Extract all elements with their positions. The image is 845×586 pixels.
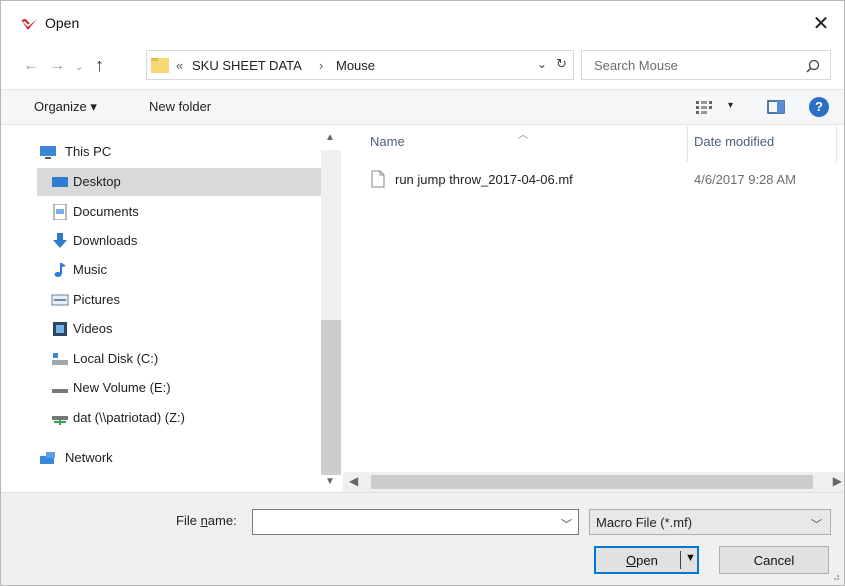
scroll-down-icon[interactable]: ▼ xyxy=(325,476,335,487)
file-list-horizontal-scrollbar[interactable]: ◀ ▶ xyxy=(343,472,844,492)
open-file-dialog: Open ✕ ← → ⌄ ↑ « SKU SHEET DATA › Mouse … xyxy=(0,0,845,586)
breadcrumb-overflow[interactable]: « xyxy=(176,58,183,73)
file-type-value: Macro File (*.mf) xyxy=(596,515,693,530)
network-drive-icon xyxy=(52,416,68,425)
new-folder-button[interactable]: New folder xyxy=(149,99,211,114)
sort-ascending-icon: ︿ xyxy=(518,130,528,141)
title-bar: Open ✕ xyxy=(1,1,844,45)
cancel-button[interactable]: Cancel xyxy=(719,546,829,574)
search-icon xyxy=(806,59,820,73)
documents-icon xyxy=(53,204,67,220)
view-options-icon[interactable] xyxy=(694,99,722,115)
open-dropdown-icon[interactable]: ▼ xyxy=(685,552,696,564)
nav-item-pictures[interactable]: Pictures xyxy=(37,286,321,314)
help-button[interactable]: ? xyxy=(809,97,829,117)
column-header-name[interactable]: Name xyxy=(370,134,405,149)
folder-icon xyxy=(151,58,169,73)
breadcrumb-sku-sheet-data[interactable]: SKU SHEET DATA xyxy=(192,58,302,73)
resize-grip-icon[interactable] xyxy=(830,571,840,581)
window-title: Open xyxy=(45,15,80,31)
breadcrumb-separator[interactable]: › xyxy=(319,58,323,73)
refresh-icon[interactable]: ↻ xyxy=(556,56,567,72)
scroll-right-icon[interactable]: ▶ xyxy=(833,474,842,488)
scroll-thumb[interactable] xyxy=(321,320,341,475)
navigation-pane: This PC Desktop Documents Downloads Musi… xyxy=(1,126,343,492)
preview-pane-icon[interactable] xyxy=(767,100,785,114)
column-header-date-modified[interactable]: Date modified xyxy=(694,134,774,149)
file-row[interactable]: run jump throw_2017-04-06.mf 4/6/2017 9:… xyxy=(363,168,843,192)
nav-item-label: Pictures xyxy=(73,292,120,307)
up-button[interactable]: ↑ xyxy=(95,55,104,76)
nav-item-label: Music xyxy=(73,262,107,277)
nav-item-new-volume-e[interactable]: New Volume (E:) xyxy=(37,374,321,402)
downloads-icon xyxy=(53,233,67,248)
nav-item-documents[interactable]: Documents xyxy=(37,198,321,226)
address-bar[interactable]: « SKU SHEET DATA › Mouse ⌄ ↻ xyxy=(146,50,574,80)
view-dropdown-icon[interactable]: ▾ xyxy=(728,100,733,111)
recent-locations-icon[interactable]: ⌄ xyxy=(75,62,83,73)
open-split-divider xyxy=(680,551,681,569)
nav-item-label: Desktop xyxy=(73,174,121,189)
search-input[interactable]: Search Mouse xyxy=(594,58,678,73)
nav-item-network[interactable]: Network xyxy=(37,444,321,472)
nav-pane-scrollbar[interactable]: ▲ ▼ xyxy=(321,130,341,492)
file-icon xyxy=(371,170,385,188)
nav-item-desktop[interactable]: Desktop xyxy=(37,168,321,196)
music-icon xyxy=(54,263,66,277)
nav-item-this-pc[interactable]: This PC xyxy=(37,138,321,166)
nav-item-label: Videos xyxy=(73,321,113,336)
nav-item-downloads[interactable]: Downloads xyxy=(37,227,321,255)
scroll-thumb[interactable] xyxy=(371,475,813,489)
videos-icon xyxy=(53,322,67,336)
chevron-down-icon[interactable]: ﹀ xyxy=(811,516,822,532)
nav-item-label: New Volume (E:) xyxy=(73,380,171,395)
drive-icon xyxy=(52,389,68,393)
file-list-pane: ︿ Name Date modified run jump throw_2017… xyxy=(343,126,844,492)
close-icon: ✕ xyxy=(812,13,830,35)
forward-button[interactable]: → xyxy=(49,57,65,75)
open-button[interactable]: Open ▼ xyxy=(594,546,699,574)
file-name-label: File name: xyxy=(176,513,237,528)
organize-button[interactable]: Organize ▾ xyxy=(34,99,97,115)
file-name-dropdown-icon[interactable]: ﹀ xyxy=(561,516,572,532)
nav-item-music[interactable]: Music xyxy=(37,256,321,284)
back-button[interactable]: ← xyxy=(23,57,39,75)
column-divider[interactable] xyxy=(836,126,837,162)
nav-item-label: Documents xyxy=(73,204,139,219)
nav-item-label: dat (\\patriotad) (Z:) xyxy=(73,410,185,425)
nav-item-local-disk-c[interactable]: Local Disk (C:) xyxy=(37,345,321,373)
network-icon xyxy=(40,452,55,464)
nav-item-videos[interactable]: Videos xyxy=(37,315,321,343)
scroll-left-icon[interactable]: ◀ xyxy=(349,474,358,488)
nav-item-label: Local Disk (C:) xyxy=(73,351,159,366)
nav-item-label: Downloads xyxy=(73,233,138,248)
nav-item-label: This PC xyxy=(65,144,112,159)
nav-item-label: Network xyxy=(65,450,113,465)
file-name: run jump throw_2017-04-06.mf xyxy=(395,172,573,187)
nav-item-network-drive-z[interactable]: dat (\\patriotad) (Z:) xyxy=(37,404,321,432)
cancel-button-label: Cancel xyxy=(753,553,795,568)
scroll-up-icon[interactable]: ▲ xyxy=(325,132,335,143)
app-logo-icon xyxy=(21,18,38,30)
computer-icon xyxy=(40,146,56,159)
pictures-icon xyxy=(51,294,69,306)
file-name-field[interactable]: ﹀ xyxy=(252,509,579,535)
address-dropdown-icon[interactable]: ⌄ xyxy=(537,57,547,71)
open-button-label: Open xyxy=(626,553,658,568)
breadcrumb-mouse[interactable]: Mouse xyxy=(336,58,375,73)
column-divider[interactable] xyxy=(687,126,688,162)
close-button[interactable]: ✕ xyxy=(806,9,836,39)
navigation-bar: ← → ⌄ ↑ « SKU SHEET DATA › Mouse ⌄ ↻ Sea… xyxy=(1,45,844,89)
desktop-icon xyxy=(52,177,68,187)
toolbar: Organize ▾ New folder ▾ ? xyxy=(1,89,844,125)
file-type-filter[interactable]: Macro File (*.mf) ﹀ xyxy=(589,509,831,535)
file-name-input[interactable] xyxy=(257,510,557,532)
dialog-footer: File name: ﹀ Macro File (*.mf) ﹀ Open ▼ … xyxy=(1,492,844,585)
search-box[interactable]: Search Mouse xyxy=(581,50,831,80)
file-date-modified: 4/6/2017 9:28 AM xyxy=(694,172,796,187)
disk-icon xyxy=(52,353,68,365)
